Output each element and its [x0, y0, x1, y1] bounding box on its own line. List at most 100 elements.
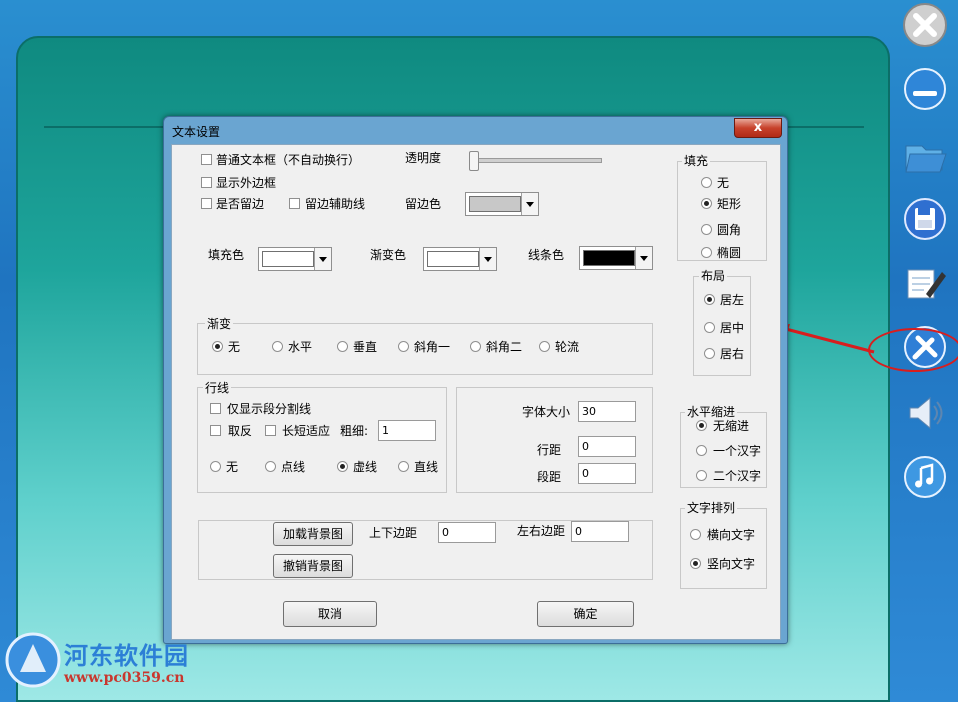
- para-spacing-input[interactable]: 0: [578, 463, 636, 484]
- direction-radio-vertical[interactable]: [690, 558, 701, 569]
- dialog-client: 普通文本框（不自动换行） 显示外边框 是否留边 留边辅助线 透明度 留边色 填充…: [171, 144, 781, 640]
- dialog-close-button[interactable]: x: [734, 118, 782, 138]
- fill-radio-rect[interactable]: [701, 198, 712, 209]
- gradient-radio-diagonal1[interactable]: [398, 341, 409, 352]
- line-color-swatch: [583, 250, 635, 266]
- gradient-option-label: 斜角一: [414, 340, 451, 354]
- close-icon[interactable]: [902, 2, 948, 48]
- layout-option-label: 居中: [720, 321, 745, 335]
- margin-color-combo[interactable]: [465, 192, 539, 216]
- font-size-label: 字体大小: [522, 405, 571, 419]
- margin-label: 是否留边: [216, 197, 265, 211]
- chevron-down-icon: [314, 248, 331, 270]
- highlight-ellipse: [868, 328, 958, 372]
- gradient-color-combo[interactable]: [423, 247, 497, 271]
- indent-radio-two[interactable]: [696, 470, 707, 481]
- lr-margin-input[interactable]: 0: [571, 521, 629, 542]
- line-style-radio-dotted[interactable]: [265, 461, 276, 472]
- gradient-radio-vertical[interactable]: [337, 341, 348, 352]
- ok-button[interactable]: 确定: [537, 601, 634, 627]
- dash-adapt-checkbox[interactable]: [265, 425, 276, 436]
- para-spacing-label: 段距: [537, 470, 562, 484]
- gradient-radio-horizontal[interactable]: [272, 341, 283, 352]
- show-border-label: 显示外边框: [216, 176, 277, 190]
- chevron-down-icon: [479, 248, 496, 270]
- direction-option-label: 横向文字: [707, 528, 756, 542]
- line-color-combo[interactable]: [579, 246, 653, 270]
- direction-group: [680, 508, 767, 589]
- opacity-slider-track[interactable]: [472, 158, 602, 163]
- layout-radio-left[interactable]: [704, 294, 715, 305]
- gradient-radio-alternate[interactable]: [539, 341, 550, 352]
- line-style-label: 直线: [414, 460, 439, 474]
- gradient-option-label: 轮流: [555, 340, 580, 354]
- fill-group-title: 填充: [682, 154, 711, 168]
- load-background-button[interactable]: 加载背景图: [273, 522, 353, 546]
- edit-icon[interactable]: [902, 260, 948, 306]
- margin-guides-checkbox[interactable]: [289, 198, 300, 209]
- line-style-radio-none[interactable]: [210, 461, 221, 472]
- gradient-radio-none[interactable]: [212, 341, 223, 352]
- margin-color-swatch: [469, 196, 521, 212]
- line-style-radio-solid[interactable]: [398, 461, 409, 472]
- lr-margin-label: 左右边距: [517, 524, 566, 538]
- save-icon[interactable]: [902, 196, 948, 242]
- speaker-icon[interactable]: [902, 390, 948, 436]
- direction-radio-horizontal[interactable]: [690, 529, 701, 540]
- line-color-label: 线条色: [528, 248, 565, 262]
- chevron-down-icon: [635, 247, 652, 269]
- music-icon[interactable]: [902, 454, 948, 500]
- fill-option-label: 矩形: [717, 197, 742, 211]
- margin-color-label: 留边色: [405, 197, 442, 211]
- dialog-title: 文本设置: [172, 125, 221, 139]
- fill-color-combo[interactable]: [258, 247, 332, 271]
- tb-margin-label: 上下边距: [369, 526, 418, 540]
- thickness-label: 粗细:: [340, 424, 369, 438]
- thickness-input[interactable]: 1: [378, 420, 436, 441]
- gradient-radio-diagonal2[interactable]: [470, 341, 481, 352]
- direction-group-title: 文字排列: [685, 501, 738, 515]
- only-paragraph-checkbox[interactable]: [210, 403, 221, 414]
- chevron-down-icon: [521, 193, 538, 215]
- layout-group-title: 布局: [699, 269, 728, 283]
- tb-margin-input[interactable]: 0: [438, 522, 496, 543]
- gradient-group-title: 渐变: [205, 317, 234, 331]
- gradient-color-label: 渐变色: [370, 248, 407, 262]
- indent-radio-one[interactable]: [696, 445, 707, 456]
- cancel-background-button[interactable]: 撤销背景图: [273, 554, 353, 578]
- fill-radio-none[interactable]: [701, 177, 712, 188]
- fill-radio-ellipse[interactable]: [701, 247, 712, 258]
- layout-option-label: 居右: [720, 347, 745, 361]
- margin-checkbox[interactable]: [201, 198, 212, 209]
- invert-checkbox[interactable]: [210, 425, 221, 436]
- gradient-option-label: 垂直: [353, 340, 378, 354]
- indent-option-label: 无缩进: [713, 419, 750, 433]
- line-style-label: 无: [226, 460, 239, 474]
- watermark-name: 河东软件园: [64, 641, 189, 670]
- gradient-color-swatch: [427, 251, 479, 267]
- plain-textbox-checkbox[interactable]: [201, 154, 212, 165]
- line-style-radio-dashed[interactable]: [337, 461, 348, 472]
- gradient-option-label: 水平: [288, 340, 313, 354]
- line-style-label: 虚线: [353, 460, 378, 474]
- fill-radio-rounded[interactable]: [701, 224, 712, 235]
- line-spacing-input[interactable]: 0: [578, 436, 636, 457]
- opacity-slider-thumb[interactable]: [469, 151, 479, 171]
- minimize-icon[interactable]: [902, 66, 948, 112]
- layout-radio-right[interactable]: [704, 348, 715, 359]
- indent-option-label: 二个汉字: [713, 469, 762, 483]
- fill-option-label: 无: [717, 176, 730, 190]
- margin-guides-label: 留边辅助线: [305, 197, 366, 211]
- indent-radio-none[interactable]: [696, 420, 707, 431]
- font-size-input[interactable]: 30: [578, 401, 636, 422]
- line-spacing-label: 行距: [537, 443, 562, 457]
- fill-option-label: 椭圆: [717, 246, 742, 260]
- open-folder-icon[interactable]: [902, 132, 948, 178]
- layout-radio-center[interactable]: [704, 322, 715, 333]
- direction-option-label: 竖向文字: [707, 557, 756, 571]
- cancel-button[interactable]: 取消: [283, 601, 377, 627]
- line-group-title: 行线: [203, 381, 232, 395]
- show-border-checkbox[interactable]: [201, 177, 212, 188]
- dash-adapt-label: 长短适应: [282, 424, 331, 438]
- indent-group-title: 水平缩进: [685, 405, 738, 419]
